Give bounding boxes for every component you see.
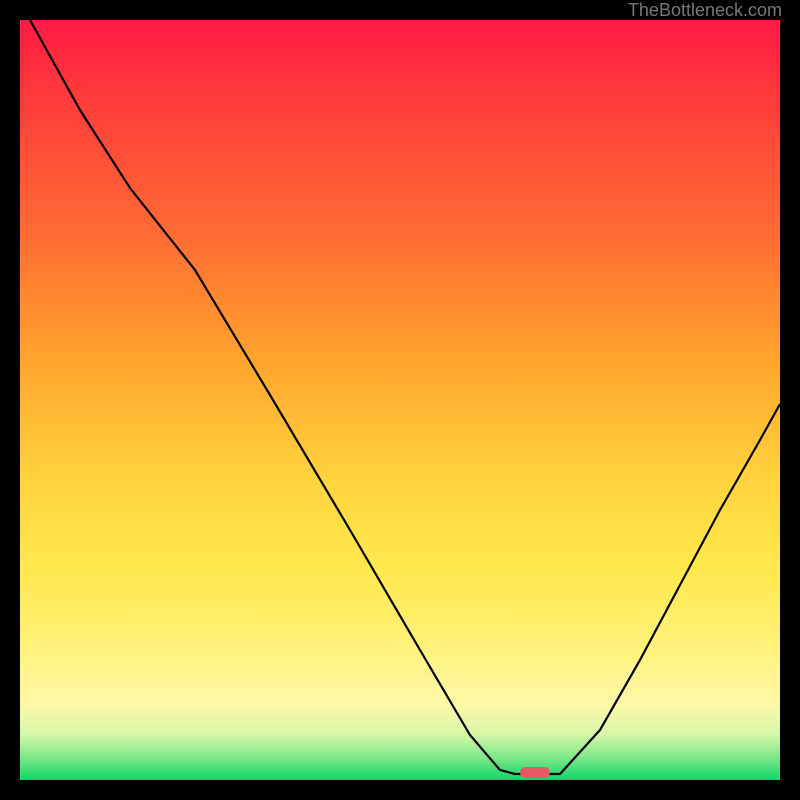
bottleneck-curve xyxy=(20,20,780,780)
optimal-range-marker xyxy=(520,767,550,778)
watermark-text: TheBottleneck.com xyxy=(628,0,782,21)
chart-frame: TheBottleneck.com xyxy=(0,0,800,800)
plot-area xyxy=(20,20,780,780)
